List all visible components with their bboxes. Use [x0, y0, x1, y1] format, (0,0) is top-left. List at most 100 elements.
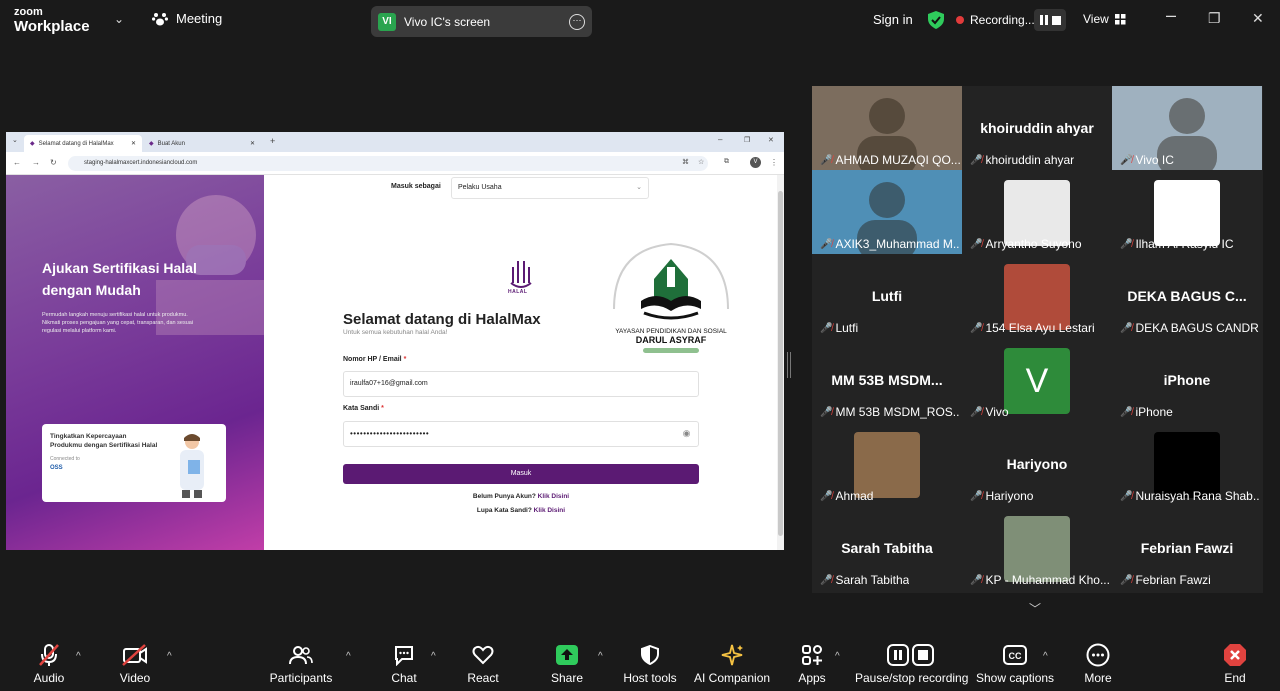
url-text: staging-halalmaxcert.indonesiancloud.com: [84, 160, 198, 166]
participant-tile[interactable]: 🎤̸ AXIK3_Muhammad M...: [812, 170, 962, 254]
audio-options-caret[interactable]: ^: [76, 651, 81, 662]
reload-icon[interactable]: ↻: [50, 158, 57, 167]
participant-tile[interactable]: iPhone 🎤̸ iPhone: [1112, 338, 1262, 422]
bookmark-star-icon[interactable]: ☆: [698, 158, 704, 166]
participant-name-tag: 🎤̸ Arryantho Suyono: [970, 237, 1082, 251]
participant-tile[interactable]: Lutfi 🎤̸ Lutfi: [812, 254, 962, 338]
participant-tile[interactable]: 🎤̸ Nuraisyah Rana Shab...: [1112, 422, 1262, 506]
role-select[interactable]: Pelaku Usaha ⌄: [451, 177, 649, 199]
password-label-text: Kata Sandi: [343, 405, 380, 412]
tab-close-icon[interactable]: ✕: [250, 140, 255, 147]
mic-muted-icon: 🎤̸: [1120, 406, 1133, 418]
participants-button[interactable]: Participants: [268, 643, 334, 685]
password-input[interactable]: •••••••••••••••••••••••• ◉: [343, 421, 699, 447]
browser-close-icon[interactable]: ✕: [768, 136, 774, 144]
recording-controls[interactable]: [1034, 9, 1066, 31]
browser-maximize-icon[interactable]: ❐: [744, 136, 750, 144]
view-button[interactable]: View: [1083, 12, 1126, 26]
participant-name-tag: 🎤̸ Nuraisyah Rana Shab...: [1120, 489, 1260, 503]
participant-tile[interactable]: V 🎤̸ Vivo: [962, 338, 1112, 422]
browser-minimize-icon[interactable]: –: [718, 135, 722, 144]
maximize-icon[interactable]: ❐: [1208, 10, 1221, 27]
forgot-link[interactable]: Klik Disini: [534, 507, 565, 514]
minimize-icon[interactable]: –: [1166, 5, 1176, 26]
video-label: Video: [119, 671, 151, 685]
audio-button[interactable]: Audio: [28, 643, 70, 685]
eye-icon[interactable]: ◉: [683, 428, 691, 439]
tab-close-icon[interactable]: ✕: [131, 140, 136, 147]
participant-display-name: Sarah Tabitha: [841, 540, 933, 556]
participant-tile[interactable]: 🎤̸ 154 Elsa Ayu Lestari: [962, 254, 1112, 338]
extensions-icon[interactable]: ⧉: [724, 158, 729, 166]
splitter-handle[interactable]: [787, 352, 791, 378]
host-tools-button[interactable]: Host tools: [622, 643, 678, 685]
tab-halalmax[interactable]: ◆ Selamat datang di HalalMax ✕: [24, 135, 142, 152]
shield-check-icon[interactable]: [928, 11, 944, 29]
cc-icon: CC: [1003, 645, 1027, 665]
phone-value: iraulfa07+16@gmail.com: [350, 380, 428, 387]
participant-tile[interactable]: DEKA BAGUS C... 🎤̸ DEKA BAGUS CANDR...: [1112, 254, 1262, 338]
video-options-caret[interactable]: ^: [167, 651, 172, 662]
browser-menu-icon[interactable]: ⋮: [770, 158, 778, 167]
ai-companion-button[interactable]: AI Companion: [694, 643, 770, 685]
participants-options-caret[interactable]: ^: [346, 651, 351, 662]
participant-tile[interactable]: 🎤̸ AHMAD MUZAQI QO...: [812, 86, 962, 170]
participant-name-tag: 🎤̸ iPhone: [1120, 405, 1173, 419]
more-options-icon[interactable]: ···: [569, 13, 585, 30]
address-bar[interactable]: staging-halalmaxcert.indonesiancloud.com: [68, 156, 708, 171]
screen-share-indicator[interactable]: VI Vivo IC's screen ···: [371, 6, 592, 37]
participant-tile[interactable]: Sarah Tabitha 🎤̸ Sarah Tabitha: [812, 506, 962, 590]
video-button[interactable]: Video: [114, 643, 156, 685]
role-value: Pelaku Usaha: [458, 184, 502, 191]
phone-email-input[interactable]: iraulfa07+16@gmail.com: [343, 371, 699, 397]
tab-list-icon[interactable]: ⌄: [12, 136, 18, 144]
end-button[interactable]: End: [1218, 643, 1252, 685]
ai-companion-label: AI Companion: [694, 671, 771, 685]
top-bar: zoom Workplace ⌄ Meeting VI Vivo IC's sc…: [0, 0, 1280, 42]
apps-button[interactable]: Apps: [795, 643, 829, 685]
sign-in-link[interactable]: Sign in: [873, 12, 913, 27]
meeting-info-button[interactable]: Meeting: [152, 11, 222, 26]
chat-options-caret[interactable]: ^: [431, 651, 436, 662]
close-icon[interactable]: ✕: [1252, 10, 1264, 27]
pause-stop-recording-button[interactable]: Pause/stop recording: [855, 643, 968, 685]
mic-muted-icon: 🎤̸: [1120, 574, 1133, 586]
scroll-thumb[interactable]: [778, 191, 783, 536]
participant-tile[interactable]: khoiruddin ahyar 🎤̸ khoiruddin ahyar: [962, 86, 1112, 170]
participant-tile[interactable]: 🎤̸ Ahmad: [812, 422, 962, 506]
participant-tile[interactable]: MM 53B MSDM... 🎤̸ MM 53B MSDM_ROS...: [812, 338, 962, 422]
share-button[interactable]: Share: [546, 643, 588, 685]
participant-tile[interactable]: 🎤̸ KP - Muhammad Kho...: [962, 506, 1112, 590]
halal-logo-text: HALAL: [508, 289, 528, 295]
translate-icon[interactable]: ⌘: [682, 158, 689, 166]
back-icon[interactable]: ←: [13, 158, 21, 167]
participant-tile[interactable]: 🎤̸ Vivo IC: [1112, 86, 1262, 170]
participant-tile[interactable]: 🎤̸ Arryantho Suyono: [962, 170, 1112, 254]
stop-icon[interactable]: [1051, 15, 1061, 25]
chevron-down-icon[interactable]: ⌄: [114, 12, 124, 26]
captions-button[interactable]: CC Show captions: [976, 643, 1054, 685]
register-link[interactable]: Klik Disini: [538, 493, 569, 500]
more-button[interactable]: More: [1080, 643, 1116, 685]
apps-options-caret[interactable]: ^: [835, 651, 840, 662]
promo-title: Ajukan Sertifikasi Halal dengan Mudah: [42, 260, 197, 298]
participant-tile[interactable]: 🎤̸ Ilham Al Rasyid IC: [1112, 170, 1262, 254]
participant-name: iPhone: [1135, 405, 1173, 419]
page-scrollbar[interactable]: [777, 175, 784, 550]
participant-tile[interactable]: Hariyono 🎤̸ Hariyono: [962, 422, 1112, 506]
captions-options-caret[interactable]: ^: [1043, 651, 1048, 662]
react-button[interactable]: React: [463, 643, 503, 685]
profile-avatar[interactable]: V: [750, 157, 761, 168]
chat-button[interactable]: Chat: [384, 643, 424, 685]
share-options-caret[interactable]: ^: [598, 651, 603, 662]
react-label: React: [467, 671, 499, 685]
meeting-toolbar: Audio ^ Video ^ Participants ^ Chat ^ Re…: [0, 637, 1280, 691]
tab-buat-akun[interactable]: ◆ Buat Akun ✕: [143, 135, 261, 152]
chevron-down-icon[interactable]: ﹀: [1029, 600, 1041, 617]
participant-tile[interactable]: Febrian Fawzi 🎤̸ Febrian Fawzi: [1112, 506, 1262, 590]
participants-label: Participants: [269, 671, 333, 685]
new-tab-icon[interactable]: +: [270, 136, 275, 146]
login-button[interactable]: Masuk: [343, 464, 699, 484]
pause-icon[interactable]: [1039, 15, 1043, 25]
forward-icon[interactable]: →: [32, 158, 40, 167]
